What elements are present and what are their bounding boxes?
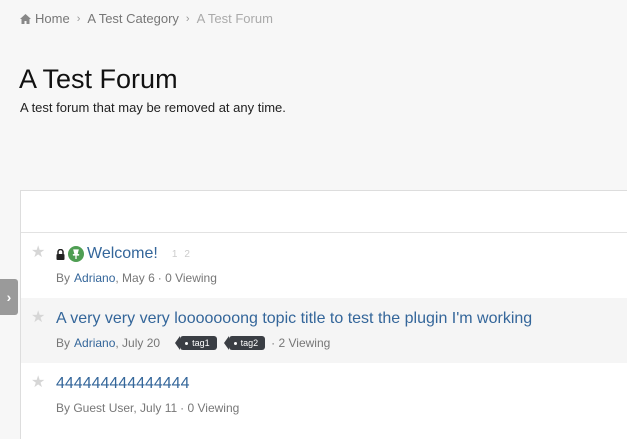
topic-pager: 12 <box>172 249 197 260</box>
lock-icon <box>56 248 65 260</box>
topic-title[interactable]: 444444444444444 <box>56 375 189 393</box>
chevron-right-icon: › <box>76 12 81 25</box>
chevron-right-icon: › <box>185 12 190 25</box>
viewing-count: · 2 Viewing <box>271 336 331 350</box>
author-link[interactable]: Adriano <box>74 271 115 285</box>
topic-title[interactable]: A very very very looooooong topic title … <box>56 310 532 328</box>
meta-by: By <box>56 271 71 285</box>
breadcrumb-home[interactable]: Home <box>20 11 70 26</box>
topic-list-header <box>21 191 627 233</box>
meta-by: By <box>56 336 71 350</box>
star-icon[interactable]: ★ <box>31 245 45 261</box>
viewing-count: · 0 Viewing <box>157 271 217 285</box>
tag-badge[interactable]: tag2 <box>223 336 266 350</box>
topic-date: , July 20 <box>115 336 161 350</box>
star-icon[interactable]: ★ <box>31 310 45 326</box>
topic-date: , May 6 <box>115 271 155 285</box>
tag-label: tag2 <box>240 338 259 348</box>
pin-icon <box>68 246 84 262</box>
viewing-count: · 0 Viewing <box>180 401 240 415</box>
page-title: A Test Forum <box>19 64 178 94</box>
topic-title[interactable]: Welcome! <box>87 245 158 263</box>
topic-meta: By Adriano , May 6 · 0 Viewing <box>56 271 217 285</box>
sidebar-toggle-button[interactable]: › <box>0 279 18 315</box>
tag-icon <box>185 341 189 345</box>
breadcrumb-home-label: Home <box>35 11 70 26</box>
page-link[interactable]: 1 <box>172 249 179 260</box>
breadcrumb: Home › A Test Category › A Test Forum <box>20 11 273 26</box>
tag-badge[interactable]: tag1 <box>175 336 217 350</box>
topic-row[interactable]: ★ A very very very looooooong topic titl… <box>21 298 627 363</box>
page-link[interactable]: 2 <box>184 249 191 260</box>
breadcrumb-category[interactable]: A Test Category <box>87 11 179 26</box>
star-icon[interactable]: ★ <box>31 375 45 391</box>
tag-icon <box>233 341 237 345</box>
home-icon <box>20 14 31 24</box>
meta-by: By Guest User, July 11 <box>56 401 178 415</box>
chevron-right-icon: › <box>6 289 12 305</box>
forum-description: A test forum that may be removed at any … <box>20 100 286 115</box>
topic-meta: By Guest User, July 11 · 0 Viewing <box>56 401 239 415</box>
topic-row[interactable]: ★ Welcome! 12 By Adriano , May 6 · 0 Vie… <box>21 233 627 298</box>
topic-row[interactable]: ★ 444444444444444 By Guest User, July 11… <box>21 363 627 428</box>
breadcrumb-current: A Test Forum <box>196 11 273 26</box>
tag-label: tag1 <box>192 338 210 348</box>
topic-meta: By Adriano , July 20 tag1 tag2 · 2 Viewi… <box>56 336 330 350</box>
author-link[interactable]: Adriano <box>74 336 115 350</box>
topic-list: ★ Welcome! 12 By Adriano , May 6 · 0 Vie… <box>20 190 627 439</box>
